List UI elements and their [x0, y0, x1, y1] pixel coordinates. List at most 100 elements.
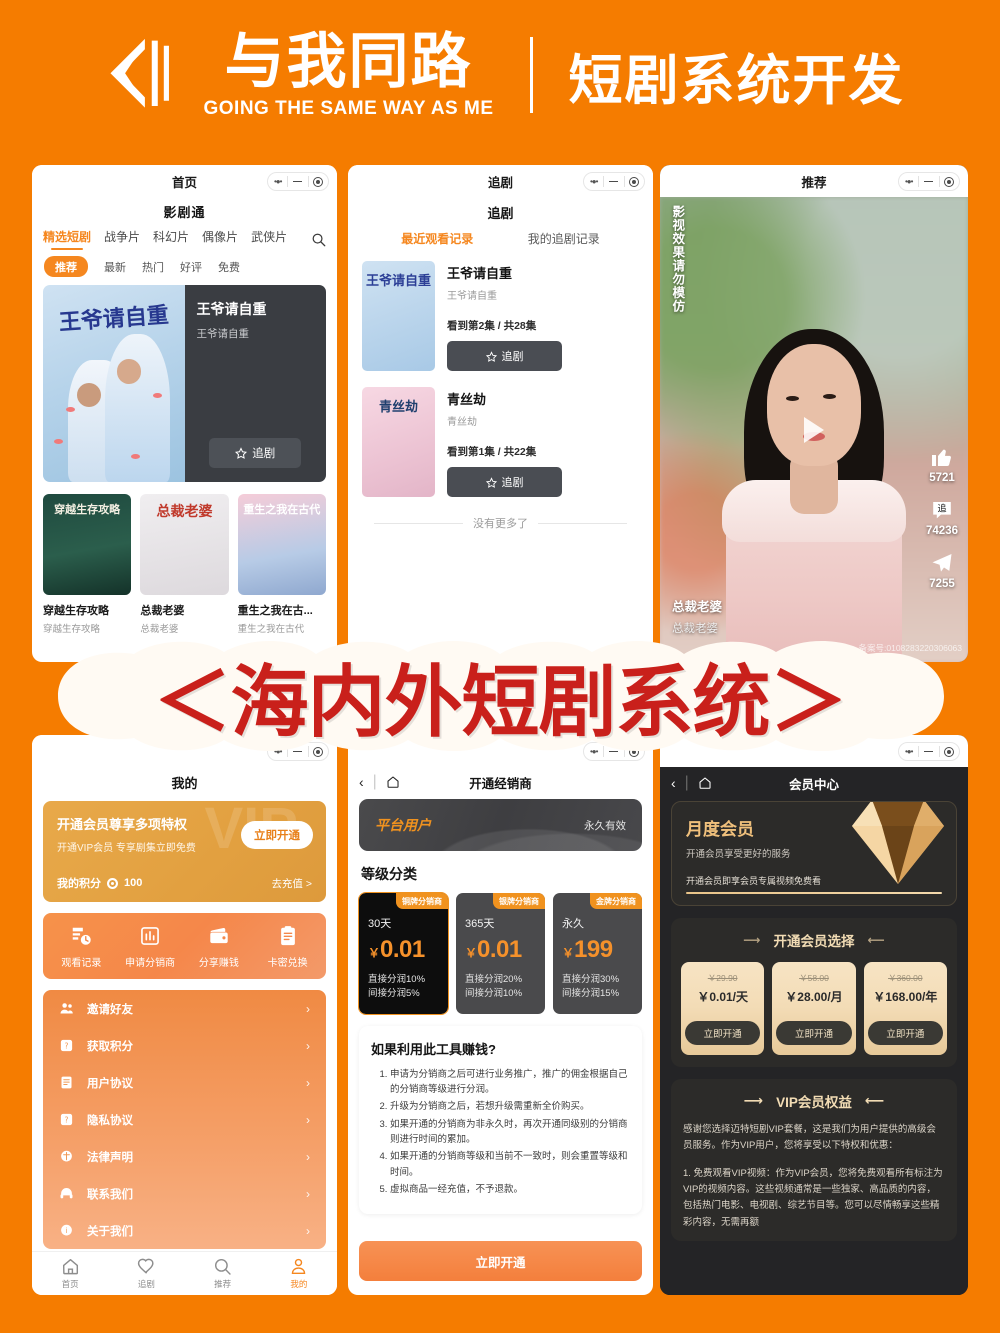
close-target-icon[interactable]: [940, 176, 959, 187]
category-tab-4[interactable]: 武侠片: [251, 228, 287, 250]
filter-chip-1[interactable]: 最新: [104, 259, 126, 275]
member-card-note: 开通会员即享会员专属视频免费看: [686, 876, 822, 886]
history-item[interactable]: 青丝劫 青丝劫 青丝劫 看到第1集 / 共22集 追剧: [348, 381, 653, 507]
benefits-title: VIP会员权益: [776, 1095, 852, 1110]
tier-card-bronze[interactable]: 铜牌分销商 30天 ￥ 0.01 直接分润10% 间接分润5%: [358, 892, 449, 1015]
category-tab-1[interactable]: 战争片: [104, 228, 140, 250]
quick-action-history[interactable]: 观看记录: [47, 925, 116, 969]
follow-drama-button[interactable]: 追剧: [447, 341, 562, 371]
menu-item-about[interactable]: i 关于我们 ›: [43, 1212, 326, 1249]
chevron-left-icon[interactable]: ‹: [359, 774, 364, 790]
miniprogram-capsule[interactable]: •●•: [898, 172, 960, 191]
close-target-icon[interactable]: [309, 176, 328, 187]
history-poster: 王爷请自重: [362, 261, 435, 371]
menu-item-label: 联系我们: [87, 1188, 133, 1201]
tab-recent-history[interactable]: 最近观看记录: [401, 230, 473, 247]
miniprogram-title: 首页: [171, 175, 197, 190]
more-menu-icon[interactable]: •●•: [899, 177, 918, 186]
menu-item-legal[interactable]: 法律声明 ›: [43, 1138, 326, 1175]
home-icon[interactable]: [698, 776, 712, 790]
plan-activate-button[interactable]: 立即开通: [776, 1021, 852, 1045]
tier-currency: ￥: [465, 946, 478, 960]
drama-title: 总裁老婆: [140, 605, 185, 617]
history-subtitle: 王爷请自重: [447, 291, 497, 302]
drama-subtitle: 穿越生存攻略: [43, 624, 101, 635]
tabbar-item-follow[interactable]: 追剧: [108, 1257, 184, 1290]
drama-title: 穿越生存攻略: [43, 605, 109, 617]
tier-amount: 0.01: [477, 936, 522, 963]
quick-action-redeem[interactable]: 卡密兑换: [253, 925, 322, 969]
filter-chip-0[interactable]: 推荐: [44, 256, 88, 277]
users-icon: [60, 1003, 73, 1014]
minimize-icon[interactable]: [288, 180, 307, 183]
menu-item-invite[interactable]: 邀请好友 ›: [43, 990, 326, 1027]
history-progress: 看到第2集 / 共28集: [447, 320, 537, 332]
follow-drama-button[interactable]: 追剧: [209, 438, 302, 468]
hero-poster-text: 王爷请自重: [58, 302, 170, 336]
history-title: 王爷请自重: [447, 266, 513, 281]
tier-indirect-rate: 间接分润10%: [465, 988, 523, 1000]
minimize-icon[interactable]: [604, 180, 623, 183]
benefits-paragraph-1: 感谢您选择迈特短剧VIP套餐，这是我们为用户提供的高级会员服务。作为VIP用户，…: [683, 1124, 936, 1152]
hero-card[interactable]: 王爷请自重 王爷请自重 王爷请自重 追剧: [43, 285, 326, 482]
tabbar-item-recommend[interactable]: 推荐: [185, 1257, 261, 1290]
drama-card[interactable]: 穿越生存攻略 穿越生存攻略 穿越生存攻略: [43, 494, 132, 635]
share-icon: [932, 554, 952, 572]
recharge-link[interactable]: 去充值 >: [271, 876, 312, 891]
tab-my-follows[interactable]: 我的追剧记录: [528, 230, 600, 247]
menu-item-privacy[interactable]: ? 隐私协议 ›: [43, 1101, 326, 1138]
play-icon[interactable]: [804, 416, 824, 443]
tabbar-item-home[interactable]: 首页: [32, 1257, 108, 1290]
menu-item-get-points[interactable]: ? 获取积分 ›: [43, 1027, 326, 1064]
plan-card-daily[interactable]: ￥29.90 ￥0.01/天 立即开通: [681, 962, 765, 1055]
follow-drama-button[interactable]: 追剧: [447, 467, 562, 497]
category-tab-3[interactable]: 偶像片: [202, 228, 238, 250]
plan-card-yearly[interactable]: ￥360.00 ￥168.00/年 立即开通: [863, 962, 947, 1055]
points-value: 100: [124, 877, 143, 889]
tier-card-silver[interactable]: 银牌分销商 365天 ￥ 0.01 直接分润20% 间接分润10%: [456, 893, 545, 1014]
miniprogram-capsule[interactable]: •●•: [267, 172, 329, 191]
category-tabs: 精选短剧 战争片 科幻片 偶像片 武侠片: [32, 224, 337, 250]
tier-list: 铜牌分销商 30天 ￥ 0.01 直接分润10% 间接分润5% 银牌分销商 36…: [348, 892, 653, 1015]
history-item[interactable]: 王爷请自重 王爷请自重 王爷请自重 看到第2集 / 共28集 追剧: [348, 255, 653, 381]
tier-card-gold[interactable]: 金牌分销商 永久 ￥ 199 直接分润30% 间接分润15%: [553, 893, 642, 1014]
like-action[interactable]: 5721: [929, 445, 955, 484]
category-tab-2[interactable]: 科幻片: [153, 228, 189, 250]
plan-card-monthly[interactable]: ￥58.00 ￥28.00/月 立即开通: [772, 962, 856, 1055]
share-action[interactable]: 7255: [929, 551, 955, 590]
vip-promo-card[interactable]: VIP 开通会员尊享多项特权 开通VIP会员 专享剧集立即免费 立即开通 我的积…: [43, 801, 326, 902]
tier-amount: 199: [574, 936, 613, 963]
plan-activate-button[interactable]: 立即开通: [685, 1021, 761, 1045]
chevron-left-icon[interactable]: ‹: [671, 775, 676, 791]
filter-chip-4[interactable]: 免费: [218, 259, 240, 275]
filter-chip-2[interactable]: 热门: [142, 259, 164, 275]
tabbar-item-my[interactable]: 我的: [261, 1257, 337, 1290]
home-icon[interactable]: [386, 775, 400, 789]
more-menu-icon[interactable]: •●•: [584, 177, 603, 186]
miniprogram-capsule[interactable]: •●•: [583, 172, 645, 191]
follow-action[interactable]: 追 74236: [926, 498, 958, 537]
section-title: 追剧: [487, 206, 514, 221]
close-target-icon[interactable]: [625, 176, 644, 187]
drama-card[interactable]: 总裁老婆 总裁老婆 总裁老婆: [140, 494, 229, 635]
video-player[interactable]: 影视效果请勿模仿 5721 追 74236 7255 总裁老婆 总裁老婆 备案号…: [660, 197, 968, 662]
quick-action-label: 卡密兑换: [267, 958, 308, 969]
howto-item: 如果开通的分销商等级和当前不一致时，则会重置等级和时间。: [390, 1149, 630, 1180]
menu-item-label: 法律声明: [87, 1151, 133, 1164]
drama-card[interactable]: 重生之我在古代 重生之我在古... 重生之我在古代: [237, 494, 326, 635]
menu-item-user-agreement[interactable]: 用户协议 ›: [43, 1064, 326, 1101]
menu-item-contact[interactable]: 联系我们 ›: [43, 1175, 326, 1212]
quick-action-share-earn[interactable]: 分享赚钱: [185, 925, 254, 969]
tier-indirect-rate: 间接分润15%: [562, 988, 620, 1000]
quick-action-label: 观看记录: [61, 958, 102, 969]
category-tab-0[interactable]: 精选短剧: [43, 228, 91, 250]
search-icon[interactable]: [311, 232, 326, 247]
minimize-icon[interactable]: [919, 180, 938, 183]
svg-text:追: 追: [937, 503, 946, 515]
plan-activate-button[interactable]: 立即开通: [867, 1021, 943, 1045]
more-menu-icon[interactable]: •●•: [268, 177, 287, 186]
open-vip-button[interactable]: 立即开通: [241, 821, 313, 849]
quick-action-distributor[interactable]: 申请分销商: [116, 925, 185, 969]
activate-now-button[interactable]: 立即开通: [359, 1241, 642, 1281]
filter-chip-3[interactable]: 好评: [180, 259, 202, 275]
